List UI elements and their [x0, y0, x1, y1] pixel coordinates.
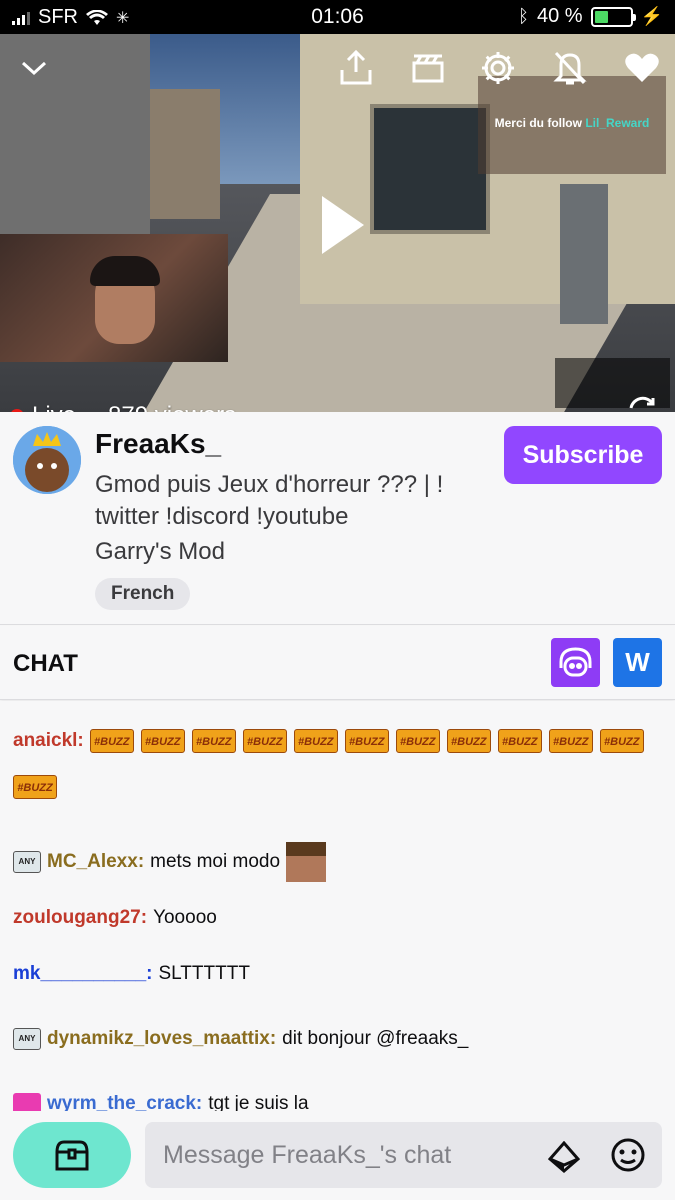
chat-text: mets moi modo [150, 851, 281, 872]
buzz-emote: #BUZZ [599, 729, 644, 753]
chat-title: CHAT [13, 650, 78, 677]
buzz-emote: #BUZZ [395, 729, 440, 753]
chat-username[interactable]: mk__________: [13, 963, 152, 985]
follow-heart-icon[interactable] [622, 48, 662, 88]
buzz-emote: #BUZZ [344, 729, 389, 753]
channel-avatar[interactable] [13, 426, 81, 494]
chat-message: mk__________: SLTTTTTT [13, 963, 250, 985]
buzz-emote: #BUZZ [191, 729, 236, 753]
collapse-chevron-icon[interactable] [14, 48, 54, 88]
live-indicator: Live 879 viewers [10, 402, 236, 412]
clip-icon[interactable] [408, 48, 448, 88]
buzz-emote: #BUZZ [89, 729, 134, 753]
chat-message: anaickl: #BUZZ #BUZZ #BUZZ #BUZZ #BUZZ #… [13, 729, 663, 799]
buzz-emote: #BUZZ [548, 729, 593, 753]
emote-picker-icon[interactable] [610, 1137, 646, 1173]
play-icon[interactable] [322, 196, 364, 254]
bits-store-button[interactable] [13, 1122, 131, 1188]
rotate-fullscreen-icon[interactable] [625, 394, 659, 412]
stream-title: Gmod puis Jeux d'horreur ??? | ! twitter… [95, 471, 444, 530]
buzz-emote: #BUZZ [13, 775, 57, 799]
subscribe-button[interactable]: Subscribe [504, 426, 662, 484]
channel-info: FreaaKs_ Gmod puis Jeux d'horreur ??? | … [0, 412, 675, 625]
bits-gem-icon[interactable] [548, 1141, 580, 1173]
game-category[interactable]: Garry's Mod [95, 538, 225, 566]
viewer-count: 879 viewers [108, 402, 236, 412]
minecraft-steve-emote [286, 842, 327, 882]
chat-messages[interactable]: anaickl: #BUZZ #BUZZ #BUZZ #BUZZ #BUZZ #… [0, 701, 675, 1111]
chat-username[interactable]: MC_Alexx: [47, 851, 144, 873]
keycap-badge-icon: ANY [13, 1028, 41, 1050]
battery-percent: 40 % [536, 5, 583, 27]
keycap-badge-icon: ANY [13, 851, 41, 873]
charging-icon: ⚡ [640, 6, 663, 26]
buzz-emote: #BUZZ [446, 729, 491, 753]
streamer-webcam [0, 234, 228, 362]
chat-text: Yooooo [153, 907, 217, 928]
chat-username[interactable]: zoulougang27: [13, 907, 147, 929]
chat-username[interactable]: anaickl: [13, 730, 84, 752]
buzz-emote: #BUZZ [497, 729, 542, 753]
channel-name[interactable]: FreaaKs_ [95, 428, 221, 460]
notifications-off-icon[interactable] [550, 48, 590, 88]
chat-message: wyrm_the_crack: tgt je suis la [13, 1093, 309, 1111]
treasure-chest-icon [55, 1140, 89, 1171]
chat-message-input[interactable] [145, 1122, 662, 1188]
chat-text: tgt je suis la [208, 1093, 309, 1111]
bluetooth-icon: ᛒ [518, 6, 529, 26]
subscriber-badge-icon [13, 1093, 41, 1111]
chat-header: CHAT W [0, 626, 675, 700]
extension-headphones-icon[interactable] [551, 638, 600, 687]
battery-icon [590, 6, 636, 27]
chat-composer [0, 1111, 675, 1200]
share-icon[interactable] [336, 48, 376, 88]
chat-message: zoulougang27: Yooooo [13, 907, 217, 929]
chat-text: SLTTTTTT [158, 963, 250, 984]
live-label: Live [32, 402, 76, 412]
settings-gear-icon[interactable] [478, 48, 518, 88]
chat-username[interactable]: wyrm_the_crack: [47, 1093, 202, 1111]
chat-text: dit bonjour @freaaks_ [282, 1028, 469, 1049]
language-tag[interactable]: French [95, 578, 191, 610]
video-controls [0, 34, 675, 98]
buzz-emote: #BUZZ [242, 729, 287, 753]
chat-message: ANY dynamikz_loves_maattix: dit bonjour … [13, 1028, 468, 1050]
chat-username[interactable]: dynamikz_loves_maattix: [47, 1028, 276, 1050]
extension-w-icon[interactable]: W [613, 638, 662, 687]
buzz-emote: #BUZZ [140, 729, 185, 753]
chat-message: ANY MC_Alexx: mets moi modo [13, 842, 327, 882]
status-bar: SFR ✳ 01:06 ᛒ 40 % ⚡ [0, 0, 675, 34]
buzz-emote: #BUZZ [293, 729, 338, 753]
